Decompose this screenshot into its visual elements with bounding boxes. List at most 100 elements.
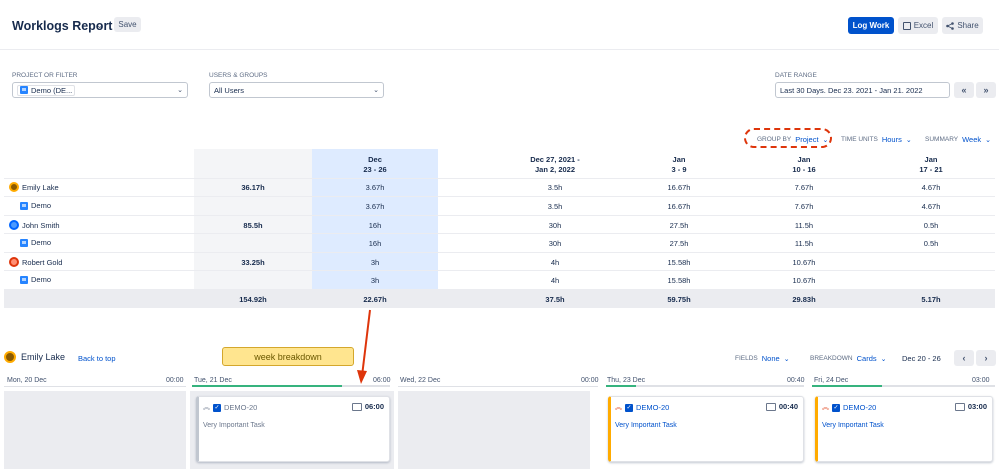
- prev-week-button[interactable]: ‹: [954, 350, 974, 366]
- worklog-card[interactable]: ︽ ✓ DEMO-20 03:00 Very Important Task: [815, 396, 993, 462]
- fields-value: None: [761, 354, 780, 363]
- task-type-icon: ✓: [832, 403, 840, 412]
- avatar: [4, 351, 16, 363]
- chevron-down-icon: ⌄: [905, 136, 912, 144]
- group-by-label: GROUP BY: [757, 136, 792, 143]
- time-units-control[interactable]: TIME UNITS Hours ⌄: [841, 135, 912, 144]
- breakdown-user: Emily Lake: [4, 351, 65, 363]
- table-row-user[interactable]: Emily Lake: [9, 182, 59, 192]
- project-filter-select[interactable]: Demo (DE... ⌄: [12, 82, 188, 98]
- day-label: Fri, 24 Dec: [814, 377, 849, 384]
- day-column-empty: [398, 391, 590, 469]
- row-divider: [4, 252, 995, 253]
- issue-summary[interactable]: Very Important Task: [822, 422, 884, 429]
- table-row-project[interactable]: Demo: [20, 275, 51, 284]
- table-row-project[interactable]: Demo: [20, 238, 51, 247]
- chevron-down-icon: ⌄: [822, 136, 829, 144]
- project-icon: [20, 86, 28, 94]
- chevron-down-icon[interactable]: ⌄: [96, 20, 104, 31]
- issue-summary[interactable]: Very Important Task: [203, 422, 265, 429]
- worklog-time: 00:40: [778, 402, 798, 411]
- row-total: 36.17h: [241, 183, 265, 192]
- row-divider: [4, 196, 995, 197]
- table-row-user[interactable]: Robert Gold: [9, 257, 62, 267]
- breakdown-control[interactable]: BREAKDOWN Cards ⌄: [810, 354, 887, 363]
- row-divider: [4, 233, 995, 234]
- spreadsheet-icon: [902, 21, 911, 30]
- issue-key[interactable]: DEMO-20: [224, 403, 257, 412]
- row-divider: [4, 178, 995, 179]
- chevron-down-icon: ⌄: [373, 87, 379, 94]
- log-work-button[interactable]: Log Work: [848, 17, 894, 34]
- table-cell: 10.67h: [792, 258, 816, 267]
- day-time: 00:00: [581, 377, 599, 384]
- save-button[interactable]: Save: [114, 17, 141, 32]
- table-cell: 3.67h: [365, 202, 385, 211]
- project-chip: Demo (DE...: [17, 84, 76, 96]
- prev-period-button[interactable]: «: [954, 82, 974, 98]
- table-cell: 11.5h: [794, 221, 814, 230]
- row-divider: [4, 289, 995, 290]
- table-cell: 16h: [368, 239, 382, 248]
- avatar: [9, 182, 19, 192]
- comment-icon: [954, 402, 965, 411]
- priority-high-icon: ︽: [203, 403, 210, 411]
- column-header: Jan 17 - 21: [919, 155, 943, 174]
- day-progress-fill: [192, 385, 342, 387]
- worklog-card[interactable]: ︽ ✓ DEMO-20 06:00 Very Important Task: [196, 396, 390, 462]
- chevron-down-icon: ⌄: [985, 136, 992, 144]
- issue-summary[interactable]: Very Important Task: [615, 422, 677, 429]
- avatar: [9, 220, 19, 230]
- day-label: Tue, 21 Dec: [194, 377, 232, 384]
- project-icon: [20, 238, 28, 247]
- chevron-down-icon: ⌄: [177, 87, 183, 94]
- next-period-button[interactable]: »: [976, 82, 996, 98]
- table-cell: 3h: [370, 258, 380, 267]
- day-time: 03:00: [972, 377, 990, 384]
- back-to-top-link[interactable]: Back to top: [78, 354, 116, 363]
- users-groups-select[interactable]: All Users ⌄: [209, 82, 384, 98]
- date-range-value: Last 30 Days. Dec 23. 2021 - Jan 21. 202…: [780, 85, 923, 95]
- breakdown-user-name: Emily Lake: [21, 352, 66, 362]
- row-name: Demo: [31, 238, 52, 247]
- table-cell: 4.67h: [921, 202, 941, 211]
- table-cell: 11.5h: [794, 239, 814, 248]
- day-time: 06:00: [373, 377, 391, 384]
- table-row-project[interactable]: Demo: [20, 201, 51, 210]
- breakdown-label: BREAKDOWN: [810, 355, 853, 362]
- day-progress-bar: [398, 386, 598, 387]
- next-week-button[interactable]: ›: [976, 350, 996, 366]
- worklog-card[interactable]: ︽ ✓ DEMO-20 00:40 Very Important Task: [608, 396, 804, 462]
- column-total: 5.17h: [921, 295, 941, 304]
- excel-button[interactable]: Excel: [898, 17, 938, 34]
- issue-key[interactable]: DEMO-20: [843, 403, 876, 412]
- table-cell: 16h: [368, 221, 382, 230]
- chevron-down-icon: ⌄: [880, 355, 887, 363]
- column-total: 22.67h: [363, 295, 387, 304]
- issue-key[interactable]: DEMO-20: [636, 403, 669, 412]
- share-icon: [946, 21, 955, 30]
- group-by-control[interactable]: GROUP BY Project ⌄: [757, 135, 828, 144]
- table-cell: 0.5h: [923, 239, 939, 248]
- table-row-user[interactable]: John Smith: [9, 220, 60, 230]
- summary-control[interactable]: SUMMARY Week ⌄: [925, 135, 991, 144]
- table-cell: 10.67h: [792, 276, 816, 285]
- row-total: 33.25h: [241, 258, 265, 267]
- table-cell: 27.5h: [669, 221, 689, 230]
- day-label: Thu, 23 Dec: [607, 377, 646, 384]
- day-progress-fill: [812, 385, 882, 387]
- date-range-input[interactable]: Last 30 Days. Dec 23. 2021 - Jan 21. 202…: [775, 82, 950, 98]
- comment-icon: [765, 402, 776, 411]
- day-time: 00:40: [787, 377, 805, 384]
- week-breakdown-annotation: week breakdown: [222, 347, 354, 366]
- column-header: Jan 10 - 16: [792, 155, 816, 174]
- column-total: 29.83h: [792, 295, 816, 304]
- share-button[interactable]: Share: [942, 17, 983, 34]
- header-divider: [0, 49, 999, 50]
- excel-label: Excel: [913, 21, 934, 30]
- day-label: Mon, 20 Dec: [7, 377, 47, 384]
- summary-label: SUMMARY: [925, 136, 959, 143]
- users-groups-value: All Users: [214, 85, 245, 95]
- fields-control[interactable]: FIELDS None ⌄: [735, 354, 790, 363]
- chevron-down-icon: ⌄: [783, 355, 790, 363]
